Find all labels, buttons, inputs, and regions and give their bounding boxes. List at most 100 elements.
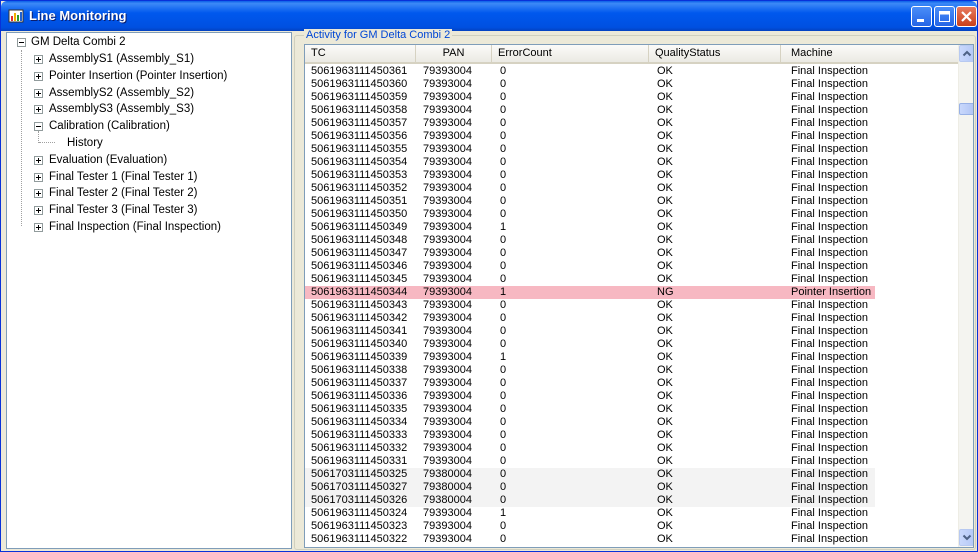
cell-errorcount: 0 — [500, 364, 507, 376]
table-row[interactable]: 5061963111450324 79393004 1 OK Final Inspect… — [305, 507, 875, 520]
table-row[interactable]: 5061963111450349 79393004 1 OK Final Inspect… — [305, 221, 875, 234]
table-row[interactable]: 5061963111450360 79393004 0 OK Final Inspect… — [305, 78, 875, 91]
tree-item-history[interactable]: History — [67, 135, 103, 151]
close-button[interactable] — [956, 6, 977, 27]
table-row[interactable]: 5061963111450355 79393004 0 OK Final Inspect… — [305, 143, 875, 156]
expand-toggle[interactable] — [34, 71, 43, 81]
table-row[interactable]: 5061963111450335 79393004 0 OK Final Inspect… — [305, 403, 875, 416]
column-header-pan[interactable]: PAN — [416, 45, 492, 62]
column-header-errorcount[interactable]: ErrorCount — [492, 45, 649, 62]
table-row[interactable]: 5061963111450347 79393004 0 OK Final Inspect… — [305, 247, 875, 260]
vertical-scrollbar[interactable] — [958, 45, 973, 547]
tree-item[interactable]: AssemblyS3 (Assembly_S3) — [49, 101, 194, 117]
table-row[interactable]: 5061703111450325 79380004 0 OK Final Inspect… — [305, 468, 875, 481]
cell-pan: 79393004 — [423, 286, 472, 298]
cell-qualitystatus: OK — [657, 117, 673, 129]
cell-qualitystatus: OK — [657, 143, 673, 155]
title-bar[interactable]: Line Monitoring — [1, 1, 977, 31]
expand-toggle[interactable] — [34, 206, 43, 216]
expand-toggle[interactable] — [34, 189, 43, 199]
table-row[interactable]: 5061963111450339 79393004 1 OK Final Inspect… — [305, 351, 875, 364]
cell-pan: 79393004 — [423, 403, 472, 415]
tree-item[interactable]: AssemblyS1 (Assembly_S1) — [49, 51, 194, 67]
table-row[interactable]: 5061963111450345 79393004 0 OK Final Inspect… — [305, 273, 875, 286]
table-row[interactable]: 5061703111450326 79380004 0 OK Final Inspect… — [305, 494, 875, 507]
table-row[interactable]: 5061963111450350 79393004 0 OK Final Inspect… — [305, 208, 875, 221]
expand-toggle[interactable] — [34, 105, 43, 115]
cell-machine: Final Inspection — [791, 403, 869, 415]
table-row[interactable]: 5061963111450361 79393004 0 OK Final Inspect… — [305, 65, 875, 78]
scroll-down-button[interactable] — [959, 529, 973, 546]
minimize-button[interactable] — [911, 6, 932, 27]
cell-errorcount: 1 — [500, 221, 507, 233]
cell-tc: 5061963111450333 — [311, 429, 408, 441]
cell-pan: 79393004 — [423, 104, 472, 116]
table-row[interactable]: 5061963111450353 79393004 0 OK Final Inspect… — [305, 169, 875, 182]
table-row[interactable]: 5061963111450351 79393004 0 OK Final Inspect… — [305, 195, 875, 208]
tree-item[interactable]: Final Tester 1 (Final Tester 1) — [49, 169, 198, 185]
cell-tc: 5061963111450347 — [311, 247, 408, 259]
cell-qualitystatus: OK — [657, 416, 673, 428]
tree-item[interactable]: Pointer Insertion (Pointer Insertion) — [49, 68, 227, 84]
column-header-qualitystatus[interactable]: QualityStatus — [649, 45, 781, 62]
scroll-up-button[interactable] — [959, 45, 973, 62]
expand-toggle[interactable] — [34, 172, 43, 182]
cell-qualitystatus: OK — [657, 156, 673, 168]
cell-machine: Final Inspection — [791, 390, 869, 402]
station-tree[interactable]: GM Delta Combi 2 AssemblyS1 (Assembly_S1… — [6, 32, 292, 549]
expand-toggle[interactable] — [34, 223, 43, 232]
tree-item-root[interactable]: GM Delta Combi 2 — [31, 34, 126, 50]
maximize-button[interactable] — [934, 6, 955, 27]
expand-toggle[interactable] — [34, 55, 43, 64]
tree-item[interactable]: Final Tester 3 (Final Tester 3) — [49, 202, 198, 218]
activity-grid[interactable]: TC PAN ErrorCount QualityStatus Machine … — [304, 44, 974, 548]
table-row[interactable]: 5061963111450333 79393004 0 OK Final Inspect… — [305, 429, 875, 442]
table-row[interactable]: 5061963111450348 79393004 0 OK Final Inspect… — [305, 234, 875, 247]
cell-errorcount: 0 — [500, 104, 507, 116]
table-row[interactable]: 5061963111450356 79393004 0 OK Final Inspect… — [305, 130, 875, 143]
cell-tc: 5061963111450350 — [311, 208, 408, 220]
table-row[interactable]: 5061963111450334 79393004 0 OK Final Inspect… — [305, 416, 875, 429]
table-row[interactable]: 5061963111450341 79393004 0 OK Final Inspect… — [305, 325, 875, 338]
table-row[interactable]: 5061963111450340 79393004 0 OK Final Inspect… — [305, 338, 875, 351]
column-header-machine[interactable]: Machine — [781, 45, 958, 62]
cell-tc: 5061963111450359 — [311, 91, 408, 103]
cell-errorcount: 0 — [500, 403, 507, 415]
table-row[interactable]: 5061963111450358 79393004 0 OK Final Inspect… — [305, 104, 875, 117]
cell-machine: Final Inspection — [791, 481, 869, 493]
expand-toggle[interactable] — [34, 155, 43, 165]
table-row[interactable]: 5061703111450327 79380004 0 OK Final Inspect… — [305, 481, 875, 494]
table-row[interactable]: 5061963111450357 79393004 0 OK Final Inspect… — [305, 117, 875, 130]
tree-item[interactable]: AssemblyS2 (Assembly_S2) — [49, 85, 194, 101]
cell-qualitystatus: OK — [657, 507, 673, 519]
tree-item[interactable]: Evaluation (Evaluation) — [49, 152, 167, 168]
table-row[interactable]: 5061963111450346 79393004 0 OK Final Inspect… — [305, 260, 875, 273]
tree-item[interactable]: Calibration (Calibration) — [49, 118, 170, 134]
table-row[interactable]: 5061963111450354 79393004 0 OK Final Inspect… — [305, 156, 875, 169]
expand-toggle[interactable] — [34, 88, 43, 98]
table-row[interactable]: 5061963111450337 79393004 0 OK Final Inspect… — [305, 377, 875, 390]
table-row[interactable]: 5061963111450338 79393004 0 OK Final Inspect… — [305, 364, 875, 377]
table-row[interactable]: 5061963111450322 79393004 0 OK Final Inspect… — [305, 533, 875, 546]
cell-tc: 5061963111450355 — [311, 143, 408, 155]
table-row[interactable]: 5061963111450331 79393004 0 OK Final Inspect… — [305, 455, 875, 468]
cell-qualitystatus: OK — [657, 442, 673, 454]
grid-header: TC PAN ErrorCount QualityStatus Machine — [305, 45, 958, 64]
table-row[interactable]: 5061963111450352 79393004 0 OK Final Inspect… — [305, 182, 875, 195]
scroll-thumb[interactable] — [959, 103, 973, 115]
table-row[interactable]: 5061963111450342 79393004 0 OK Final Inspect… — [305, 312, 875, 325]
table-row[interactable]: 5061963111450359 79393004 0 OK Final Inspect… — [305, 91, 875, 104]
table-row[interactable]: 5061963111450336 79393004 0 OK Final Inspect… — [305, 390, 875, 403]
tree-item[interactable]: Final Inspection (Final Inspection) — [49, 219, 221, 235]
table-row[interactable]: 5061963111450343 79393004 0 OK Final Inspect… — [305, 299, 875, 312]
expand-toggle[interactable] — [34, 122, 43, 132]
table-row[interactable]: 5061963111450323 79393004 0 OK Final Inspect… — [305, 520, 875, 533]
table-row[interactable]: 5061963111450332 79393004 0 OK Final Inspect… — [305, 442, 875, 455]
cell-machine: Final Inspection — [791, 325, 869, 337]
table-row[interactable]: 5061963111450344 79393004 1 NG Pointer Inser… — [305, 286, 875, 299]
cell-pan: 79393004 — [423, 208, 472, 220]
cell-machine: Final Inspection — [791, 260, 869, 272]
expand-toggle-root[interactable] — [17, 38, 26, 47]
column-header-tc[interactable]: TC — [305, 45, 416, 62]
tree-item[interactable]: Final Tester 2 (Final Tester 2) — [49, 185, 198, 201]
